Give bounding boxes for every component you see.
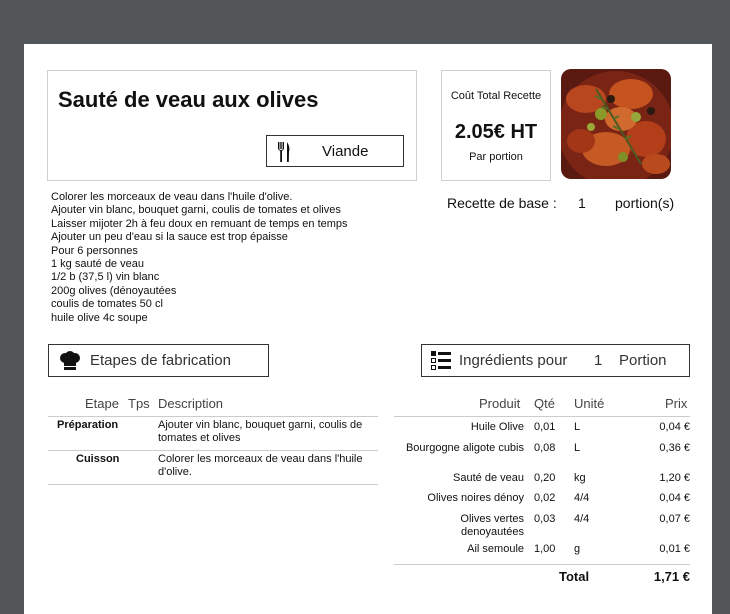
cost-label: Coût Total Recette [450,90,542,102]
base-unit: portion(s) [615,195,675,211]
description-line: 1/2 b (37,5 l) vin blanc [51,271,160,284]
description-line: Pour 6 personnes [51,244,138,257]
header-prix: Prix [665,396,688,411]
portion-label: Portion [619,352,667,369]
ingredient-price: 1,20 € [659,472,690,484]
step-name: Cuisson [76,453,120,465]
cost-value: 2.05€ HT [454,121,538,143]
ingredient-price: 0,04 € [659,421,690,433]
description-line: 1 kg sauté de veau [51,258,144,271]
total-divider [394,564,690,565]
header-unite: Unité [574,396,605,411]
step-name: Préparation [57,419,119,431]
ingredient-name: Olives noires dénoy [427,492,524,504]
recipe-sheet: Sauté de veau aux olives Viande Coût Tot… [24,44,712,614]
ingredient-name: Huile Olive [470,421,524,433]
header-qte: Qté [534,396,555,411]
ingredients-section-title: Ingrédients pour [459,352,568,369]
title-box: Sauté de veau aux olives Viande [47,70,417,181]
header-etape: Etape [85,396,119,411]
ingredient-qty: 0,08 [534,442,556,454]
ingredient-name: Ail semoule [467,543,524,555]
ingredient-unit: g [574,543,581,555]
list-icon [431,351,451,376]
ingredients-section-header[interactable]: Ingrédients pour 1 Portion [421,344,690,377]
category-button[interactable]: Viande [266,135,404,167]
description-line: Colorer les morceaux de veau dans l'huil… [51,191,293,203]
ingredient-price: 0,36 € [659,442,690,454]
ingredient-unit: 4/4 [574,513,590,525]
portion-count[interactable]: 1 [594,352,602,369]
step-description: d'olive. [158,466,192,478]
cost-unit: Par portion [469,151,523,163]
ingredient-name: Sauté de veau [453,472,524,484]
ingredient-price: 0,07 € [659,513,690,525]
ingredient-price: 0,04 € [659,492,690,504]
steps-section-title: Etapes de fabrication [90,352,231,369]
description-line: huile olive 4c soupe [51,311,148,324]
ingredient-price: 0,01 € [659,543,690,555]
step-description: Colorer les morceaux de veau dans l'huil… [158,453,363,465]
description-line: Ajouter vin blanc, bouquet garni, coulis… [51,204,341,217]
ingredient-unit: 4/4 [574,492,590,504]
total-value: 1,71 € [653,569,690,584]
ingredient-unit: L [574,421,581,433]
ingredient-name: Bourgogne aligote cubis [405,442,524,454]
step-divider [48,484,378,485]
ingredient-unit: L [574,442,581,454]
total-label: Total [559,569,590,584]
description-line: coulis de tomates 50 cl [51,298,163,311]
ingredient-qty: 0,20 [534,472,556,484]
cutlery-icon [277,141,291,168]
description-line: 200g olives (dénoyautées [51,284,177,297]
cost-box: Coût Total Recette 2.05€ HT Par portion [441,70,551,181]
category-label: Viande [322,143,369,160]
steps-header-divider [48,416,378,417]
recipe-title: Sauté de veau aux olives [58,87,319,112]
step-description: tomates et olives [158,432,241,444]
description-line: Ajouter un peu d'eau si la sauce est tro… [51,231,288,244]
ingredient-qty: 0,02 [534,492,556,504]
chef-hat-icon [59,351,81,376]
ingredient-qty: 0,01 [534,421,556,433]
recipe-photo [561,69,671,179]
recipe-description: Colorer les morceaux de veau dans l'huil… [51,191,348,325]
header-description: Description [158,396,224,411]
ingredient-name-line2: denoyautées [461,526,524,538]
steps-section-header[interactable]: Etapes de fabrication [48,344,269,377]
step-description: Ajouter vin blanc, bouquet garni, coulis… [158,419,363,431]
base-value[interactable]: 1 [578,195,586,211]
ingredient-name: Olives vertes [460,513,524,525]
ingredient-qty: 0,03 [534,513,556,525]
description-line: Laisser mijoter 2h à feu doux en remuant… [51,217,348,230]
ingredient-qty: 1,00 [534,543,556,555]
header-tps: Tps [128,396,150,411]
header-produit: Produit [479,396,521,411]
ingredient-unit: kg [574,472,586,484]
base-label: Recette de base : [447,195,557,211]
ingredients-header-divider [394,416,690,417]
step-divider [48,450,378,451]
